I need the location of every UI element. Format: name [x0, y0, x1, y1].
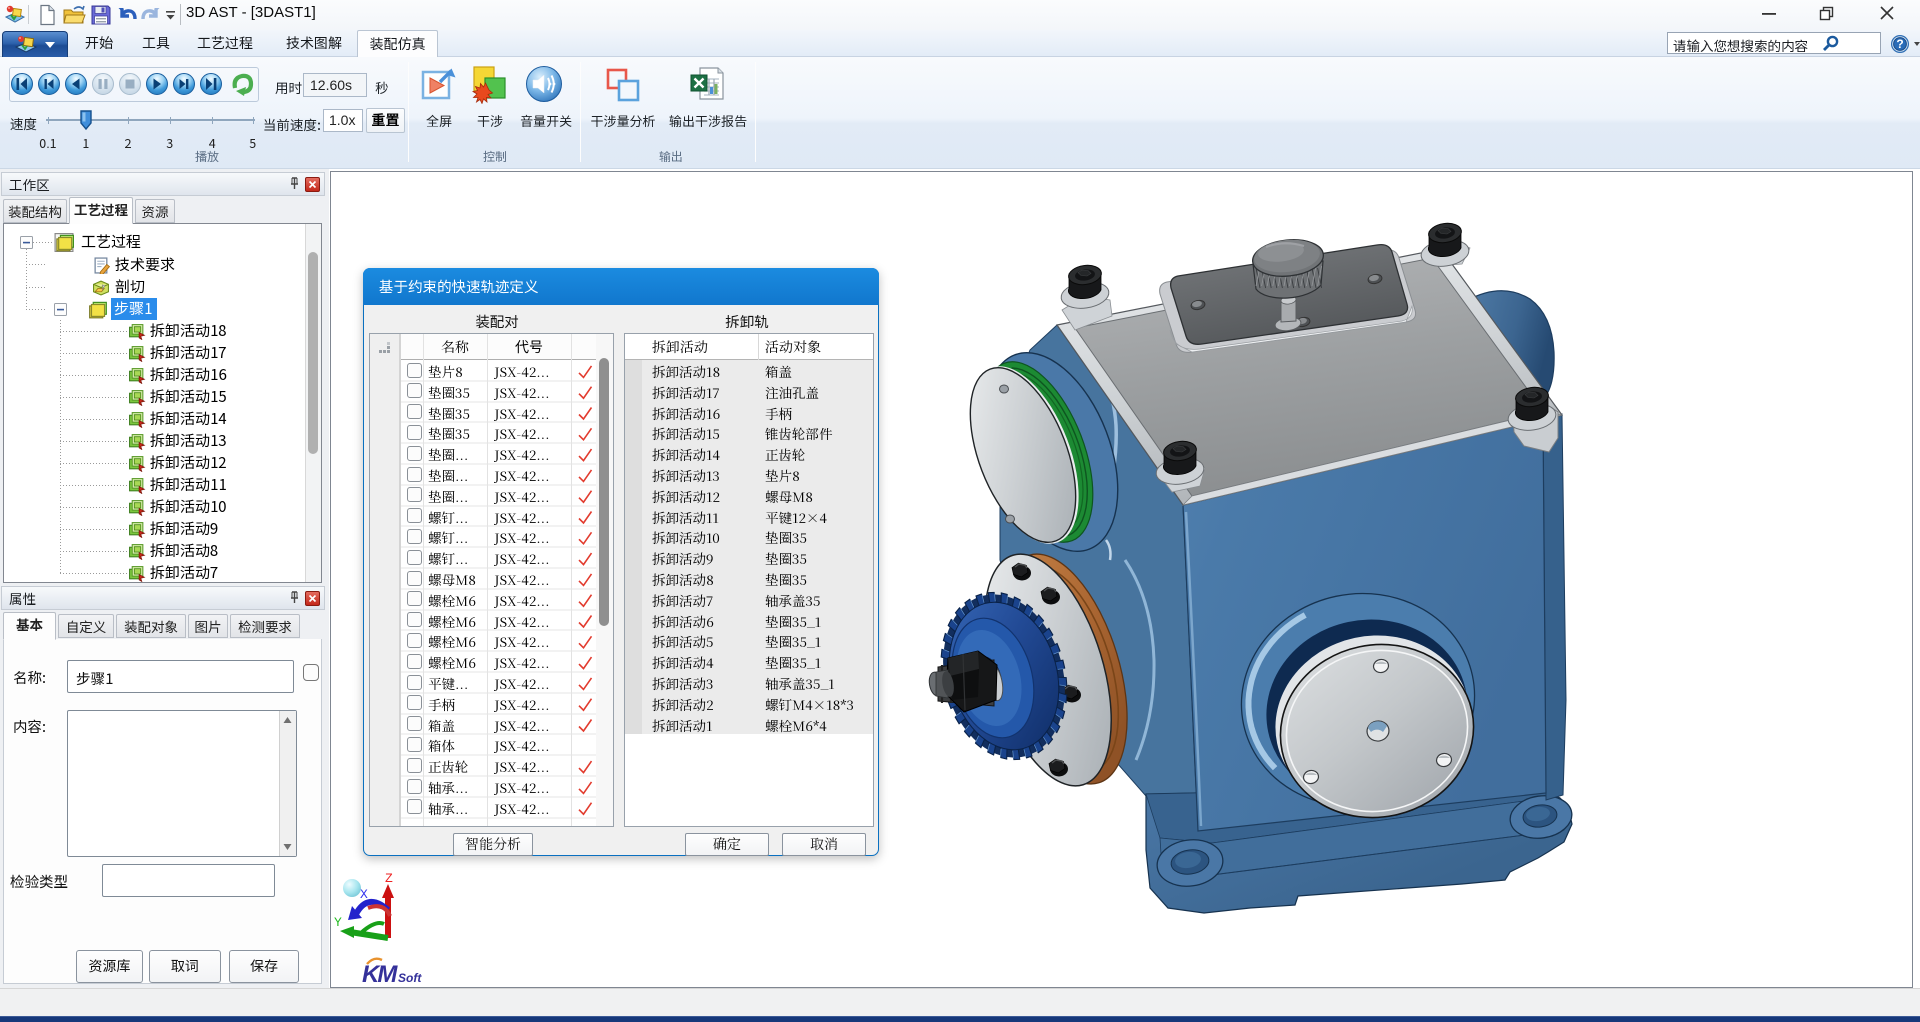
svg-text:X: X: [360, 887, 368, 902]
svg-text:KM: KM: [362, 961, 398, 988]
svg-text:?: ?: [1896, 37, 1903, 51]
svg-text:Soft: Soft: [398, 971, 422, 985]
svg-text:Z: Z: [385, 871, 393, 886]
svg-text:Y: Y: [334, 915, 342, 930]
